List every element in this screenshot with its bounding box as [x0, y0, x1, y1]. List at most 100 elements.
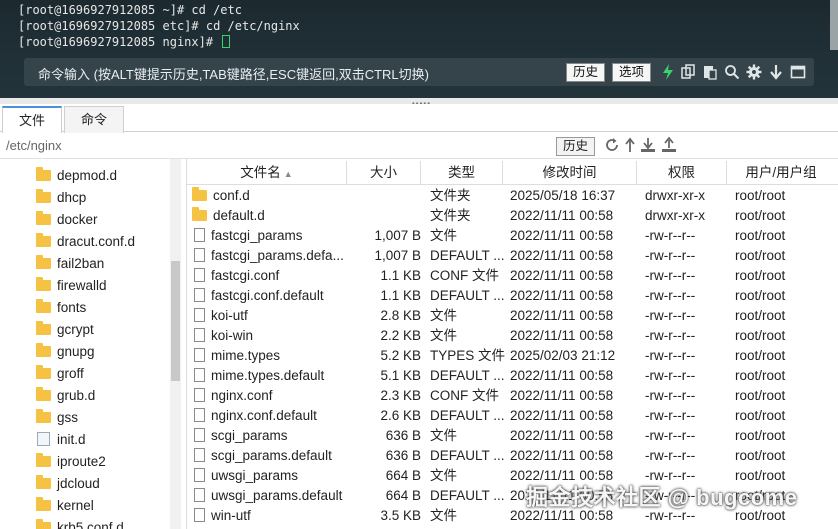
- file-type: DEFAULT ...: [430, 248, 505, 263]
- table-row[interactable]: mime.types.default 5.1 KB DEFAULT ... 2022/…: [187, 366, 838, 386]
- file-link-icon: [37, 432, 50, 446]
- tree-item[interactable]: groff: [36, 363, 84, 385]
- column-header-owner[interactable]: 用户/用户组: [727, 161, 835, 185]
- file-type: 文件夹: [430, 208, 471, 223]
- file-owner: root/root: [735, 308, 786, 323]
- file-owner: root/root: [735, 408, 786, 423]
- file-name-label: koi-utf: [211, 308, 248, 323]
- tree-item[interactable]: krb5.conf.d: [36, 517, 124, 529]
- file-size: 1.1 KB: [380, 288, 421, 303]
- table-row[interactable]: default.d 文件夹 2022/11/11 00:58 drwxr-xr-x ro…: [187, 206, 838, 226]
- tree-item[interactable]: fail2ban: [36, 253, 104, 275]
- tree-item[interactable]: docker: [36, 209, 98, 231]
- file-type: 文件: [430, 508, 457, 523]
- table-row[interactable]: koi-utf 2.8 KB 文件 2022/11/11 00:58 -rw-r--r-…: [187, 306, 838, 326]
- refresh-icon[interactable]: [604, 137, 620, 153]
- file-list[interactable]: 文件名 ▲ 大小 类型 修改时间 权限 用户/用户组 conf.d 文件夹 2025/…: [186, 159, 838, 529]
- tree-item[interactable]: iproute2: [36, 451, 106, 473]
- column-header-size[interactable]: 大小: [347, 161, 421, 185]
- table-row[interactable]: mime.types 5.2 KB TYPES 文件 2025/02/03 21:12…: [187, 346, 838, 366]
- tree-item[interactable]: grub.d: [36, 385, 95, 407]
- table-row[interactable]: nginx.conf 2.3 KB CONF 文件 2022/11/11 00:58 -…: [187, 386, 838, 406]
- paste-icon[interactable]: [702, 64, 718, 80]
- column-header-type[interactable]: 类型: [421, 161, 503, 185]
- folder-icon: [192, 187, 207, 201]
- tree-scrollbar[interactable]: [170, 159, 181, 529]
- file-name: scgi_params.default: [191, 446, 347, 466]
- file-icon: [194, 368, 205, 382]
- command-input-bar[interactable]: 命令输入 (按ALT键提示历史,TAB键路径,ESC键返回,双击CTRL切换) …: [24, 58, 814, 86]
- tree-item[interactable]: init.d: [36, 429, 86, 451]
- folder-icon: [36, 233, 51, 247]
- file-size: 3.5 KB: [380, 508, 421, 523]
- file-owner: root/root: [735, 328, 786, 343]
- up-icon[interactable]: [622, 137, 638, 153]
- table-row[interactable]: koi-win 2.2 KB 文件 2022/11/11 00:58 -rw-r--r-…: [187, 326, 838, 346]
- tree-item[interactable]: jdcloud: [36, 473, 100, 495]
- file-name-label: fastcgi.conf: [211, 268, 280, 283]
- folder-icon: [36, 277, 51, 291]
- tree-item[interactable]: gss: [36, 407, 78, 429]
- file-icon: [194, 468, 205, 482]
- table-row[interactable]: fastcgi.conf.default 1.1 KB DEFAULT ... 202…: [187, 286, 838, 306]
- file-icon: [194, 508, 205, 522]
- table-row[interactable]: fastcgi.conf 1.1 KB CONF 文件 2022/11/11 00:5…: [187, 266, 838, 286]
- file-type: TYPES 文件: [430, 348, 506, 363]
- upload-icon[interactable]: [661, 136, 677, 153]
- table-row[interactable]: conf.d 文件夹 2025/05/18 16:37 drwxr-xr-x root/…: [187, 186, 838, 206]
- terminal-line: [root@1696927912085 ~]# cd /etc: [18, 3, 242, 17]
- tree-item[interactable]: gcrypt: [36, 319, 94, 341]
- file-icon: [194, 328, 205, 342]
- command-input-hint[interactable]: 命令输入 (按ALT键提示历史,TAB键路径,ESC键返回,双击CTRL切换): [38, 64, 429, 83]
- file-owner: root/root: [735, 348, 786, 363]
- path-history-button[interactable]: 历史: [556, 137, 596, 156]
- file-icon: [194, 428, 205, 442]
- command-history-button[interactable]: 历史: [566, 63, 606, 82]
- window-icon[interactable]: [790, 64, 806, 80]
- column-header-permissions[interactable]: 权限: [637, 161, 727, 185]
- file-icon: [194, 228, 205, 242]
- tree-scrollbar-thumb[interactable]: [171, 261, 180, 381]
- tree-item[interactable]: gnupg: [36, 341, 95, 363]
- tree-item[interactable]: firewalld: [36, 275, 107, 297]
- search-icon[interactable]: [724, 64, 740, 80]
- arrow-down-icon[interactable]: [768, 64, 784, 80]
- tree-item[interactable]: dracut.conf.d: [36, 231, 135, 253]
- table-row[interactable]: fastcgi_params 1,007 B 文件 2022/11/11 00:58 -…: [187, 226, 838, 246]
- file-owner: root/root: [735, 388, 786, 403]
- file-name-label: nginx.conf.default: [211, 408, 317, 423]
- file-owner: root/root: [735, 288, 786, 303]
- terminal-panel[interactable]: [root@1696927912085 ~]# cd /etc [root@169…: [0, 0, 838, 98]
- tree-item[interactable]: fonts: [36, 297, 86, 319]
- directory-tree[interactable]: depmod.d dhcp docker dracut.conf.d fail2ban f…: [0, 159, 182, 529]
- tab-files[interactable]: 文件: [2, 106, 62, 134]
- table-row[interactable]: fastcgi_params.defa... 1,007 B DEFAULT ...…: [187, 246, 838, 266]
- table-row[interactable]: nginx.conf.default 2.6 KB DEFAULT ... 2022/…: [187, 406, 838, 426]
- copy-icon[interactable]: [680, 64, 696, 80]
- lightning-icon[interactable]: [660, 64, 676, 80]
- file-permissions: -rw-r--r--: [645, 428, 696, 443]
- file-permissions: -rw-r--r--: [645, 448, 696, 463]
- column-header-name[interactable]: 文件名 ▲: [187, 161, 347, 185]
- tree-item-label: depmod.d: [57, 168, 118, 183]
- file-modified: 2022/11/11 00:58: [510, 248, 614, 263]
- command-options-button[interactable]: 选项: [612, 63, 652, 82]
- file-permissions: -rw-r--r--: [645, 228, 696, 243]
- folder-icon: [36, 387, 51, 401]
- file-owner: root/root: [735, 268, 786, 283]
- table-row[interactable]: scgi_params.default 636 B DEFAULT ... 2022/…: [187, 446, 838, 466]
- tree-item[interactable]: kernel: [36, 495, 94, 517]
- file-icon: [194, 488, 205, 502]
- tab-commands[interactable]: 命令: [64, 106, 124, 133]
- column-header-modified[interactable]: 修改时间: [503, 161, 637, 185]
- tree-item[interactable]: depmod.d: [36, 165, 117, 187]
- download-icon[interactable]: [640, 137, 656, 153]
- tree-item-label: iproute2: [57, 454, 106, 469]
- tree-item[interactable]: dhcp: [36, 187, 86, 209]
- terminal-scrollbar[interactable]: [830, 0, 838, 50]
- gear-icon[interactable]: [746, 64, 762, 80]
- table-row[interactable]: scgi_params 636 B 文件 2022/11/11 00:58 -rw-r-…: [187, 426, 838, 446]
- path-input[interactable]: /etc/nginx: [6, 138, 62, 153]
- file-name: fastcgi_params.defa...: [191, 246, 347, 266]
- tree-item-label: jdcloud: [57, 476, 100, 491]
